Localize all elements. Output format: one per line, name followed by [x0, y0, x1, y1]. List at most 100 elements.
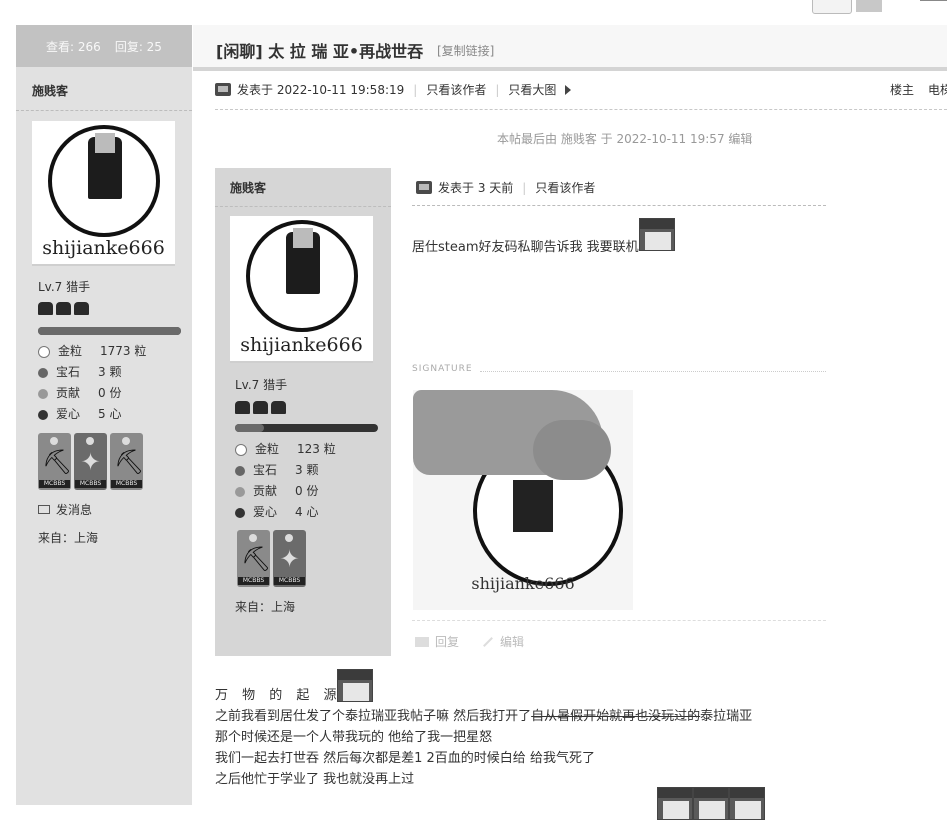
emoji-face-icon [693, 787, 729, 820]
pickaxe-icon: ⛏ [241, 545, 272, 573]
quote-author-level: Lv.7 猎手 [235, 378, 288, 392]
avatar-caption: shijianke666 [240, 334, 363, 356]
experience-fill [38, 327, 181, 335]
contribution-icon [38, 388, 48, 399]
quote-post-time: 发表于 3 天前 [438, 181, 514, 195]
rank-icon [235, 401, 250, 414]
reply-icon [415, 636, 429, 647]
experience-bar [235, 424, 378, 432]
replies-count: 回复: 25 [114, 39, 162, 54]
rank-icon [74, 302, 89, 315]
author-location: 来自：上海 [38, 531, 99, 545]
send-message-link[interactable]: 发消息 [38, 501, 92, 518]
quote-post-header: 发表于 3 天前 | 只看该作者 [412, 178, 826, 206]
pickaxe-medal[interactable]: ⛏ MCBBS [110, 433, 145, 490]
stat-gem: 宝石 3 颗 [235, 460, 336, 481]
quote-author-stats: 金粒 123 粒 宝石 3 颗 贡献 0 份 爱心 4 心 [235, 439, 336, 523]
signature-label: SIGNATURE [412, 364, 473, 374]
apple-heart-icon [38, 409, 48, 420]
emoji-row [657, 787, 765, 820]
experience-bar [38, 327, 181, 335]
experience-fill [235, 424, 264, 432]
online-status-icon [215, 83, 231, 96]
stat-contribution: 贡献 0 份 [235, 481, 336, 502]
sparkle-medal[interactable]: ✦ MCBBS [273, 530, 306, 587]
author-stats: 金粒 1773 粒 宝石 3 颗 贡献 0 份 爱心 5 心 [38, 341, 146, 425]
quote-author-location: 来自：上海 [235, 600, 296, 614]
only-author-link[interactable]: 只看该作者 [426, 81, 486, 98]
pickaxe-icon: ⛏ [42, 448, 73, 476]
envelope-icon [38, 505, 50, 514]
post-content: 万 物 的 起 源 之前我看到居仕发了个泰拉瑞亚我帖子嘛 然后我打开了自从暑假开… [215, 669, 752, 790]
pickaxe-icon: ⛏ [114, 448, 145, 476]
toolbar-icon[interactable] [812, 0, 852, 14]
elevator-label[interactable]: 电梯 [928, 83, 947, 97]
avatar-figure [513, 480, 553, 532]
gem-icon [38, 367, 48, 378]
quote-only-author-link[interactable]: 只看该作者 [535, 179, 595, 196]
quote-body-text: 居仕steam好友码私聊告诉我 我要联机 [412, 240, 639, 255]
author-name-row: 施贱客 [16, 67, 192, 111]
apple-heart-icon [235, 507, 245, 518]
content-line: 那个时候还是一个人带我玩的 他给了我一把星怒 [215, 730, 493, 745]
thread-title-bar: [闲聊] 太 拉 瑞 亚•再战世吞 [复制链接] [193, 25, 947, 71]
stat-heart: 爱心 5 心 [38, 404, 146, 425]
content-line: 我们一起去打世吞 然后每次都是差1 2百血的时候白给 给我气死了 [215, 751, 595, 766]
stat-contribution: 贡献 0 份 [38, 383, 146, 404]
post-header: 发表于 2022-10-11 19:58:19 | 只看该作者 | 只看大图 楼… [215, 71, 947, 110]
avatar[interactable]: shijianke666 [32, 121, 175, 266]
quote-post-body: 居仕steam好友码私聊告诉我 我要联机 [412, 218, 675, 255]
toolbar-line [920, 0, 947, 1]
author-sidebar: 查看: 266 回复: 25 施贱客 shijianke666 Lv.7 猎手 … [16, 25, 192, 805]
avatar-head [95, 133, 115, 153]
quote-author-name[interactable]: 施贱客 [230, 179, 266, 196]
gold-nugget-icon [235, 443, 247, 456]
content-line: 之前我看到居仕发了个泰拉瑞亚我帖子嘛 然后我打开了自从暑假开始就再也没玩过的泰拉… [215, 709, 753, 724]
gold-nugget-icon [38, 345, 50, 358]
content-line: 万 物 的 起 源 [215, 669, 752, 706]
stat-heart: 爱心 4 心 [235, 502, 336, 523]
avatar-caption: shijianke666 [42, 237, 165, 259]
views-count: 查看: 266 [46, 39, 101, 54]
emoji-face-icon [729, 787, 765, 820]
pickaxe-medal[interactable]: ⛏ MCBBS [38, 433, 73, 490]
play-triangle-icon[interactable] [565, 84, 572, 95]
hand-image [533, 420, 611, 480]
author-name[interactable]: 施贱客 [32, 82, 68, 99]
edit-button[interactable]: 编辑 [479, 633, 524, 650]
rank-icon [253, 401, 268, 414]
stat-gold: 金粒 123 粒 [235, 439, 336, 460]
toolbar-icon-dark[interactable] [856, 0, 882, 12]
signature-divider: SIGNATURE [412, 364, 826, 374]
gem-icon [235, 465, 245, 476]
rank-icons [235, 401, 286, 414]
stat-gem: 宝石 3 颗 [38, 362, 146, 383]
medal-list: ⛏ MCBBS ✦ MCBBS [237, 530, 306, 587]
medal-list: ⛏ MCBBS ✦ MCBBS ⛏ MCBBS [38, 433, 145, 490]
post-time: 发表于 2022-10-11 19:58:19 [237, 83, 405, 97]
contribution-icon [235, 486, 245, 497]
sparkle-icon: ✦ [80, 448, 101, 476]
floor-label: 楼主 [890, 83, 915, 97]
quote-avatar[interactable]: shijianke666 [230, 216, 373, 363]
emoji-face-icon [657, 787, 693, 820]
copy-link[interactable]: [复制链接] [437, 42, 494, 59]
pencil-icon [483, 636, 493, 647]
online-status-icon [416, 181, 432, 194]
rank-icons [38, 302, 89, 315]
author-level: Lv.7 猎手 [38, 280, 91, 294]
quote-author-sidebar: 施贱客 shijianke666 Lv.7 猎手 金粒 123 粒 宝石 3 颗 贡… [215, 168, 391, 656]
thread-stats: 查看: 266 回复: 25 [16, 25, 192, 67]
thread-title: [闲聊] 太 拉 瑞 亚•再战世吞 [216, 42, 424, 61]
emoji-face-icon [638, 218, 675, 251]
reply-button[interactable]: 回复 [412, 633, 459, 650]
big-image-link[interactable]: 只看大图 [508, 81, 556, 98]
signature-caption: shijianke666 [471, 574, 575, 593]
pickaxe-medal[interactable]: ⛏ MCBBS [237, 530, 272, 587]
sparkle-medal[interactable]: ✦ MCBBS [74, 433, 107, 490]
stat-gold: 金粒 1773 粒 [38, 341, 146, 362]
emoji-face-icon [336, 669, 373, 702]
sparkle-icon: ✦ [279, 545, 300, 573]
rank-icon [38, 302, 53, 315]
rank-icon [271, 401, 286, 414]
